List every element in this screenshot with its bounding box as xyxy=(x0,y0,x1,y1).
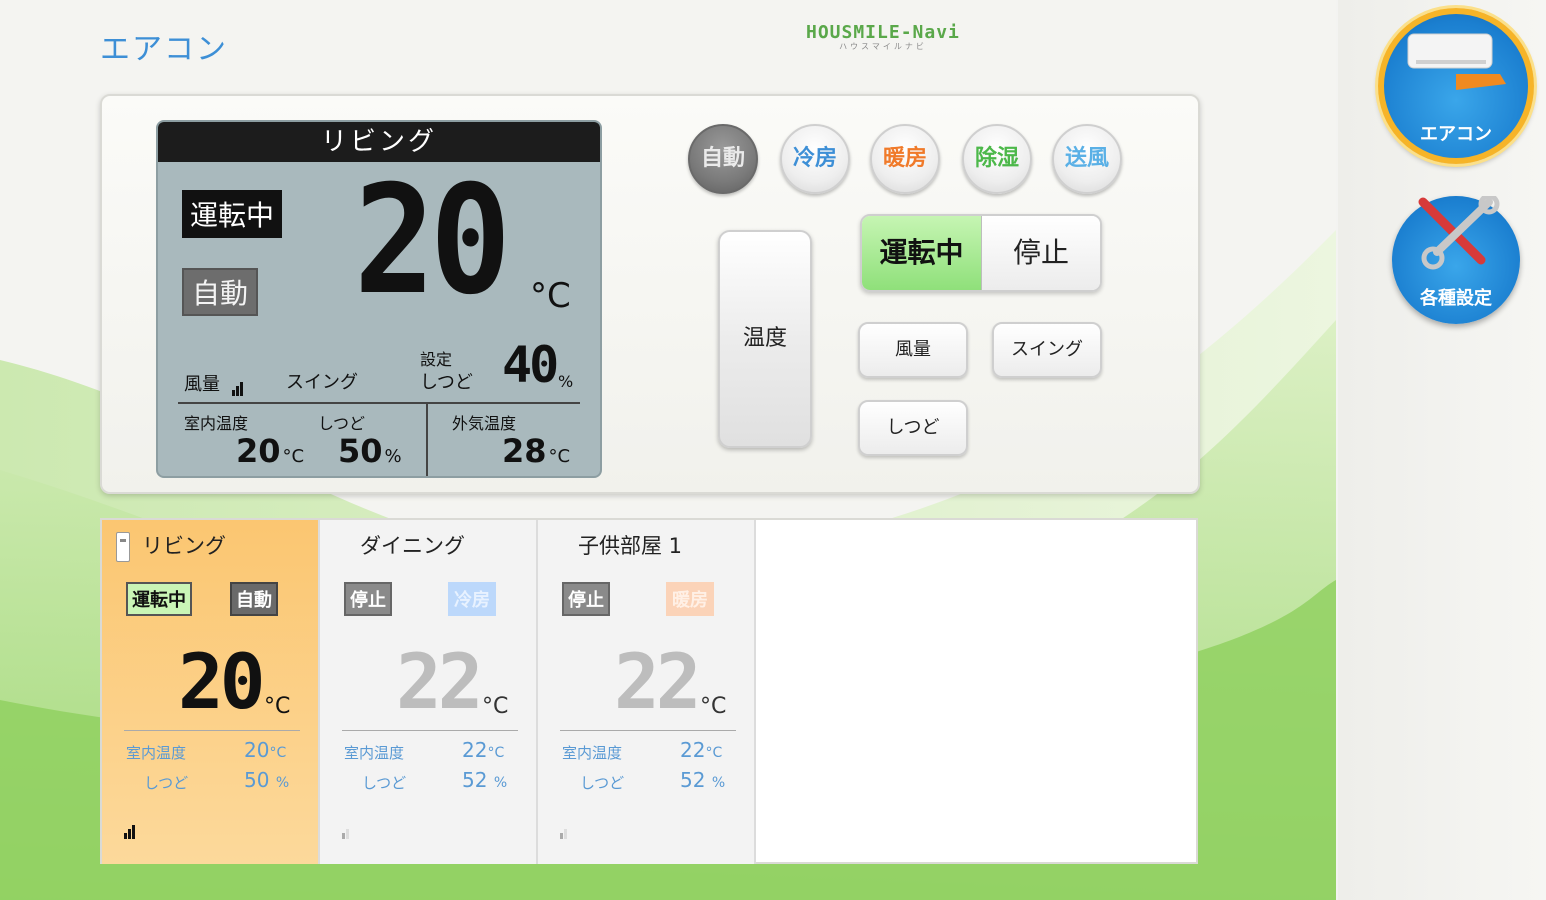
aircon-nav-button[interactable]: エアコン xyxy=(1378,8,1534,164)
power-toggle: 運転中 停止 xyxy=(860,214,1102,292)
mode-dehumidify-button[interactable]: 除湿 xyxy=(962,124,1032,194)
lcd-outdoor-temp-unit: °C xyxy=(548,446,571,467)
lcd-set-humidity: 40 xyxy=(502,336,559,394)
lcd-divider-vertical xyxy=(426,404,428,476)
room-card-dining[interactable]: ダイニング 停止 冷房 22 °C 室内温度 22°C しつど 52 % xyxy=(320,520,538,864)
room-humidity-label: しつど xyxy=(580,774,625,792)
fan-speed-button[interactable]: 風量 xyxy=(858,322,968,378)
aircon-icon xyxy=(1407,33,1506,90)
room-set-temp: 22 xyxy=(396,637,483,726)
lcd-display: リビング 運転中 自動 20 °C 風量 スイング 設定 しつど 40 % 室内… xyxy=(156,120,602,478)
room-humidity-label: しつど xyxy=(362,774,407,792)
lcd-indoor-humidity: 50% xyxy=(338,432,402,470)
control-panel: リビング 運転中 自動 20 °C 風量 スイング 設定 しつど 40 % 室内… xyxy=(100,94,1200,494)
humidity-button[interactable]: しつど xyxy=(858,400,968,456)
room-indoor-temp-value: 22 xyxy=(462,738,488,762)
room-name: リビング xyxy=(142,534,226,558)
room-humidity-unit: % xyxy=(711,775,726,791)
lcd-indoor-humidity-unit: % xyxy=(384,446,402,467)
signal-icon xyxy=(342,820,350,839)
lcd-humidity-label: しつど xyxy=(420,372,473,393)
room-list: リビング 運転中 自動 20 °C 室内温度 20°C しつど 50 % ダイニ… xyxy=(100,518,1198,864)
room-indoor-temp-label: 室内温度 xyxy=(562,744,623,762)
remote-icon xyxy=(116,532,130,562)
lcd-fan: 風量 xyxy=(184,370,248,396)
room-mode: 冷房 xyxy=(448,582,496,616)
power-on-button[interactable]: 運転中 xyxy=(862,216,982,290)
room-humidity: 52 % xyxy=(462,768,507,792)
fan-level-icon xyxy=(231,375,248,396)
room-divider xyxy=(560,730,736,731)
room-name: 子供部屋 1 xyxy=(578,534,683,558)
lcd-divider xyxy=(178,402,580,404)
room-indoor-temp-unit: °C xyxy=(269,745,287,761)
temperature-rocker[interactable]: 温度 xyxy=(718,230,812,448)
mode-auto-button[interactable]: 自動 xyxy=(688,124,758,194)
settings-nav-button[interactable]: 各種設定 xyxy=(1392,196,1520,324)
room-indoor-temp-value: 22 xyxy=(680,738,706,762)
room-set-temp: 22 xyxy=(614,637,701,726)
room-humidity-label: しつど xyxy=(144,774,189,792)
room-indoor-temp-unit: °C xyxy=(487,745,505,761)
room-mode: 暖房 xyxy=(666,582,714,616)
lcd-swing-label: スイング xyxy=(286,372,358,393)
room-humidity-value: 50 xyxy=(244,768,270,792)
lcd-indoor-temp: 20 °C xyxy=(236,432,304,470)
room-temp-unit: °C xyxy=(264,694,291,719)
room-indoor-temp-value: 20 xyxy=(244,738,270,762)
housmile-logo: HOUSMILE-Navi ハウスマイルナビ xyxy=(806,22,960,52)
swing-button[interactable]: スイング xyxy=(992,322,1102,378)
page-title: エアコン xyxy=(100,32,228,67)
room-temp-unit: °C xyxy=(700,694,727,719)
room-card-living[interactable]: リビング 運転中 自動 20 °C 室内温度 20°C しつど 50 % xyxy=(102,520,320,864)
lcd-outdoor-temp-label: 外気温度 xyxy=(452,414,517,433)
room-card-kids-room[interactable]: 子供部屋 1 停止 暖房 22 °C 室内温度 22°C しつど 52 % xyxy=(538,520,756,864)
lcd-outdoor-temp: 28 °C xyxy=(502,432,570,470)
room-indoor-temp: 22°C xyxy=(680,738,722,762)
logo-text: HOUSMILE-Navi xyxy=(806,22,960,43)
lcd-indoor-humidity-label: しつど xyxy=(318,414,366,433)
signal-icon xyxy=(124,820,136,839)
room-humidity-unit: % xyxy=(275,775,290,791)
room-humidity-value: 52 xyxy=(680,768,706,792)
signal-icon xyxy=(560,820,568,839)
room-name: ダイニング xyxy=(360,534,465,558)
lcd-temp-unit: °C xyxy=(530,276,571,316)
room-humidity: 50 % xyxy=(244,768,289,792)
lcd-set-label: 設定 xyxy=(420,350,453,369)
lcd-mode: 自動 xyxy=(182,268,259,316)
lcd-humidity-unit: % xyxy=(558,372,574,391)
room-divider xyxy=(124,730,300,731)
settings-nav-label: 各種設定 xyxy=(1420,288,1492,309)
lcd-outdoor-temp-value: 28 xyxy=(502,432,547,470)
room-indoor-temp-label: 室内温度 xyxy=(126,744,187,762)
lcd-indoor-temp-label: 室内温度 xyxy=(184,414,249,433)
room-humidity-value: 52 xyxy=(462,768,488,792)
lcd-indoor-humidity-value: 50 xyxy=(338,432,383,470)
room-indoor-temp: 20°C xyxy=(244,738,286,762)
power-off-button[interactable]: 停止 xyxy=(982,216,1100,290)
mode-heat-button[interactable]: 暖房 xyxy=(870,124,940,194)
room-status: 運転中 xyxy=(126,582,192,616)
lcd-status: 運転中 xyxy=(182,190,283,238)
tools-icon xyxy=(1418,196,1500,270)
room-humidity: 52 % xyxy=(680,768,725,792)
room-indoor-temp-label: 室内温度 xyxy=(344,744,405,762)
room-status: 停止 xyxy=(344,582,392,616)
room-set-temp: 20 xyxy=(178,637,265,726)
room-indoor-temp-unit: °C xyxy=(705,745,723,761)
mode-cool-button[interactable]: 冷房 xyxy=(780,124,850,194)
lcd-fan-label: 風量 xyxy=(184,374,220,395)
room-mode: 自動 xyxy=(230,582,278,616)
room-humidity-unit: % xyxy=(493,775,508,791)
room-temp-unit: °C xyxy=(482,694,509,719)
aircon-nav-label: エアコン xyxy=(1420,124,1492,145)
mode-fan-button[interactable]: 送風 xyxy=(1052,124,1122,194)
lcd-set-temp: 20 xyxy=(354,154,511,328)
lcd-indoor-temp-unit: °C xyxy=(282,446,305,467)
lcd-indoor-temp-value: 20 xyxy=(236,432,281,470)
room-divider xyxy=(342,730,518,731)
room-indoor-temp: 22°C xyxy=(462,738,504,762)
room-status: 停止 xyxy=(562,582,610,616)
